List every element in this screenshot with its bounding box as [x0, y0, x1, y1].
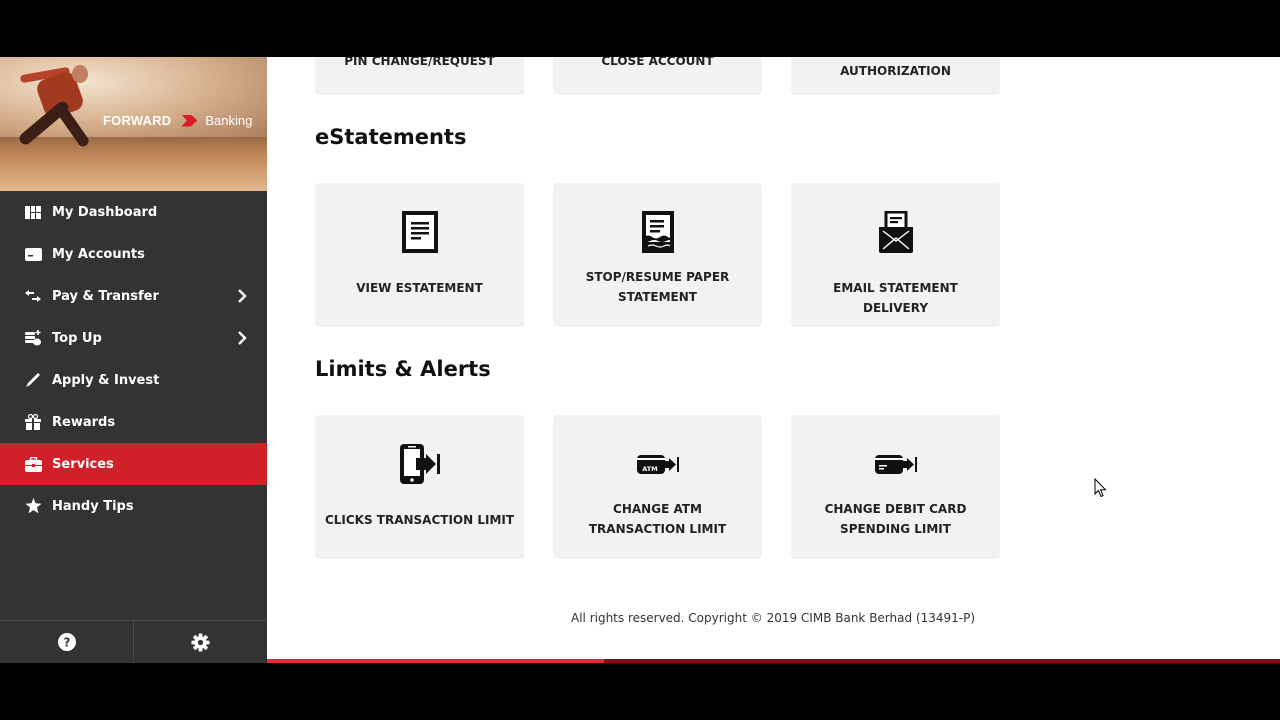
card-label: STOP/RESUME PAPER STATEMENT — [585, 270, 730, 304]
sidebar-item-apply-invest[interactable]: Apply & Invest — [0, 359, 267, 401]
service-card-view-estatement[interactable]: VIEW ESTATEMENT — [315, 183, 524, 327]
brand-name-secondary: Banking — [205, 113, 253, 128]
chevron-right-icon — [238, 331, 247, 345]
sidebar-item-top-up[interactable]: Top Up — [0, 317, 267, 359]
service-card-clicks-limit[interactable]: CLICKS TRANSACTION LIMIT — [315, 415, 524, 559]
sidebar-item-services[interactable]: Services — [0, 443, 267, 485]
sidebar-item-label: My Dashboard — [52, 204, 158, 220]
card-label: CLOSE ACCOUNT — [601, 57, 714, 68]
brand-banner: FORWARD Banking — [0, 57, 267, 191]
settings-button[interactable] — [133, 621, 267, 663]
torn-document-icon — [636, 210, 680, 254]
sidebar-item-pay-transfer[interactable]: Pay & Transfer — [0, 275, 267, 317]
main-content: PIN CHANGE/REQUEST CLOSE ACCOUNT AUTHORI… — [267, 57, 1280, 663]
service-card-stop-resume-paper[interactable]: STOP/RESUME PAPER STATEMENT — [553, 183, 762, 327]
star-icon — [24, 498, 42, 514]
copyright-footer: All rights reserved. Copyright © 2019 CI… — [571, 611, 976, 625]
atm-card-arrow-icon: ATM — [636, 442, 680, 486]
service-card-close-account[interactable]: CLOSE ACCOUNT — [553, 57, 762, 95]
brand-name-primary: FORWARD — [103, 113, 172, 128]
gear-icon — [191, 632, 210, 652]
help-circle-icon: ? — [57, 633, 76, 651]
section-title-limits-alerts: Limits & Alerts — [315, 357, 491, 381]
sidebar-item-label: Rewards — [52, 414, 116, 430]
section-title-estatements: eStatements — [315, 125, 467, 149]
debit-card-arrow-icon — [874, 442, 918, 486]
service-card-authorization[interactable]: AUTHORIZATION — [791, 57, 1000, 95]
transfer-arrows-icon — [24, 288, 42, 304]
service-card-debit-card-limit[interactable]: CHANGE DEBIT CARD SPENDING LIMIT — [791, 415, 1000, 559]
service-card-atm-limit[interactable]: ATM CHANGE ATM TRANSACTION LIMIT — [553, 415, 762, 559]
sidebar-item-my-dashboard[interactable]: My Dashboard — [0, 191, 267, 233]
runner-image-head — [72, 65, 88, 83]
envelope-letter-icon — [874, 210, 918, 254]
letterbox-top — [0, 0, 1280, 57]
letterbox-bottom — [0, 663, 1280, 720]
card-label: CLICKS TRANSACTION LIMIT — [324, 513, 515, 527]
sidebar-item-label: Services — [52, 456, 114, 472]
chevron-right-icon — [238, 289, 247, 303]
brand-chevron-icon — [181, 114, 198, 127]
gift-icon — [24, 414, 42, 430]
card-label: CHANGE DEBIT CARD SPENDING LIMIT — [824, 502, 967, 536]
card-label: PIN CHANGE/REQUEST — [344, 57, 495, 68]
svg-text:?: ? — [63, 636, 70, 650]
mouse-cursor-icon — [1094, 478, 1107, 498]
sidebar-item-handy-tips[interactable]: Handy Tips — [0, 485, 267, 527]
sidebar-item-label: Top Up — [52, 330, 102, 346]
service-card-email-statement[interactable]: EMAIL STATEMENT DELIVERY — [791, 183, 1000, 327]
sidebar-item-my-accounts[interactable]: My Accounts — [0, 233, 267, 275]
app-frame: FORWARD Banking My Dashboard My Accounts — [0, 57, 1280, 663]
pen-icon — [24, 372, 42, 388]
sidebar-footer: ? — [0, 620, 267, 663]
sidebar-nav: My Dashboard My Accounts Pay & Transfer — [0, 191, 267, 527]
sidebar-item-label: Pay & Transfer — [52, 288, 159, 304]
service-card-pin-change[interactable]: PIN CHANGE/REQUEST — [315, 57, 524, 95]
account-card-icon — [24, 246, 42, 262]
sidebar-item-label: My Accounts — [52, 246, 145, 262]
card-label: VIEW ESTATEMENT — [356, 281, 483, 295]
sidebar-item-label: Handy Tips — [52, 498, 134, 514]
banner-ground — [0, 137, 267, 191]
phone-arrow-icon — [398, 442, 442, 486]
briefcase-icon — [24, 456, 42, 472]
sidebar-item-rewards[interactable]: Rewards — [0, 401, 267, 443]
card-label: EMAIL STATEMENT DELIVERY — [833, 281, 958, 315]
brand-logo: FORWARD Banking — [103, 113, 252, 128]
dashboard-grid-icon — [24, 204, 42, 220]
document-icon — [398, 210, 442, 254]
card-label: AUTHORIZATION — [840, 64, 951, 78]
help-button[interactable]: ? — [0, 621, 133, 663]
sidebar-item-label: Apply & Invest — [52, 372, 160, 388]
card-label: CHANGE ATM TRANSACTION LIMIT — [588, 502, 727, 536]
coins-plus-icon — [24, 330, 42, 346]
atm-icon-text: ATM — [642, 465, 657, 473]
sidebar: FORWARD Banking My Dashboard My Accounts — [0, 57, 267, 663]
